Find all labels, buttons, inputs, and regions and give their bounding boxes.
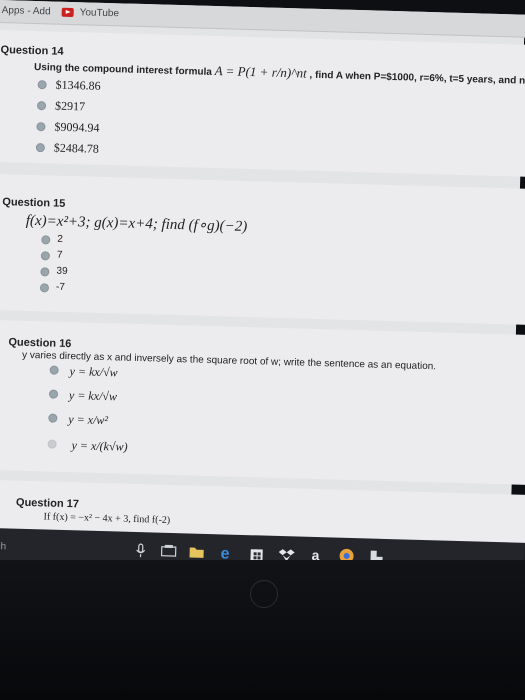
task-view-icon[interactable]	[160, 543, 177, 559]
q16-option-2-radio[interactable]	[48, 389, 59, 399]
question-14-prompt-tail: , find A when P=$1000, r=6%, t=5 years, …	[309, 69, 525, 88]
q16-option-2[interactable]: y = kx/√w	[69, 388, 117, 404]
question-16-title: Question 16	[8, 336, 72, 351]
q14-option-3[interactable]: $9094.94	[54, 120, 99, 136]
youtube-bookmark[interactable]: YouTube	[80, 7, 120, 19]
q14-option-1[interactable]: $1346.86	[55, 78, 100, 94]
svg-text:e: e	[220, 545, 229, 560]
q15-option-2[interactable]: 7	[57, 250, 63, 261]
q14-option-2-radio[interactable]	[36, 101, 47, 111]
apps-bookmark[interactable]: Apps - Add	[2, 5, 51, 17]
q15-option-4[interactable]: -7	[56, 282, 65, 293]
edge-icon[interactable]: e	[218, 544, 234, 562]
taskbar-search-label[interactable]: arch	[0, 541, 6, 553]
question-14-prompt: Using the compound interest formula A = …	[34, 58, 525, 88]
q15-option-1-radio[interactable]	[41, 235, 51, 245]
q15-option-2-radio[interactable]	[40, 251, 50, 261]
q16-option-1-radio[interactable]	[49, 365, 59, 375]
q14-option-1-radio[interactable]	[37, 80, 47, 90]
hp-logo	[250, 580, 278, 608]
folder-icon[interactable]	[188, 543, 204, 559]
q16-option-4[interactable]: y = x/(k√w)	[71, 438, 127, 455]
q15-option-3[interactable]: 39	[56, 266, 67, 277]
browser-screen: Apps - Add YouTube Question 14 Using the…	[0, 0, 525, 579]
question-14-title: Question 14	[0, 44, 64, 58]
q16-option-1[interactable]: y = kx/√w	[69, 364, 117, 380]
q14-option-4[interactable]: $2484.78	[54, 141, 99, 157]
q16-option-3[interactable]: y = x/w²	[68, 412, 108, 428]
question-14-prompt-lead: Using the compound interest formula	[33, 61, 213, 78]
q15-option-4-radio[interactable]	[39, 283, 50, 293]
youtube-icon	[61, 7, 74, 18]
microphone-icon[interactable]	[132, 542, 148, 558]
q14-option-2[interactable]: $2917	[55, 99, 85, 115]
compound-interest-formula: A = P(1 + r/n)^nt	[214, 63, 307, 81]
question-15-card: Question 15 f(x)=x²+3; g(x)=x+4; find (f…	[0, 173, 525, 325]
question-15-title: Question 15	[2, 196, 66, 210]
q14-option-3-radio[interactable]	[36, 122, 46, 132]
q16-option-3-radio[interactable]	[48, 413, 58, 423]
q16-option-4-radio[interactable]	[47, 439, 57, 449]
q15-option-3-radio[interactable]	[40, 267, 50, 277]
question-16-card: Question 16 y varies directly as x and i…	[0, 319, 525, 485]
question-15-prompt: f(x)=x²+3; g(x)=x+4; find (f∘g)(−2)	[25, 212, 248, 235]
question-14-card: Question 14 Using the compound interest …	[0, 29, 525, 178]
question-17-title: Question 17	[15, 496, 80, 511]
q14-option-4-radio[interactable]	[35, 143, 46, 153]
question-17-prompt: If f(x) = −x² − 4x + 3, find f(-2)	[43, 511, 171, 526]
q15-option-1[interactable]: 2	[57, 234, 63, 245]
